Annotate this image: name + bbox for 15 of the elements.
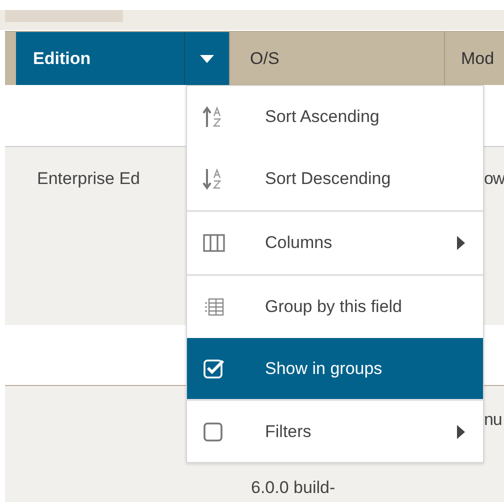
caret-icon	[200, 54, 214, 62]
menu-item[interactable]: Show in groups	[187, 338, 483, 399]
menu-item[interactable]: Columns	[187, 212, 483, 274]
menu-item[interactable]: Sort Ascending	[187, 86, 483, 148]
columns-icon	[203, 234, 225, 252]
checkbox-icon[interactable]	[203, 358, 225, 380]
checkbox-icon[interactable]	[203, 420, 225, 442]
table-cell: Enterprise Ed	[37, 169, 140, 188]
menu-item[interactable]: Sort Descending	[187, 148, 483, 210]
group-table-icon	[204, 297, 224, 317]
menu-item[interactable]: Group by this field	[187, 276, 483, 338]
menu-item[interactable]: Filters	[187, 401, 483, 462]
table-cell: nu	[484, 410, 502, 429]
table-cell: 6.0.0 build-	[251, 478, 336, 497]
column-header[interactable]: Edition	[16, 32, 230, 85]
